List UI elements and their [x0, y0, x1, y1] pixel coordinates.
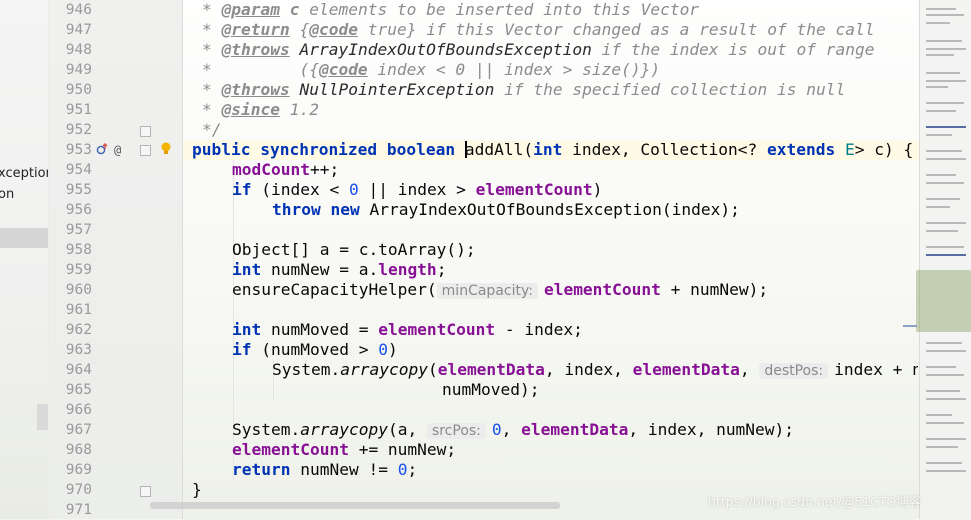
code-line-954: modCount++; — [232, 160, 340, 179]
project-tree-fragment[interactable]: xception — [0, 166, 48, 181]
line-number: 959 — [65, 262, 92, 278]
line-number: 955 — [65, 182, 92, 198]
code-line-955: if (index < 0 || index > elementCount) — [232, 180, 603, 199]
line-number: 962 — [65, 322, 92, 338]
code-line-951: * @since 1.2 — [202, 100, 319, 119]
project-panel-sliver: xception on — [0, 0, 49, 519]
code-line-968: elementCount += numNew; — [232, 440, 457, 459]
line-number: 952 — [65, 122, 92, 138]
horizontal-scrollbar[interactable] — [150, 502, 560, 509]
overrides-method-icon[interactable] — [96, 142, 108, 158]
line-number: 954 — [65, 162, 92, 178]
code-line-962: int numMoved = elementCount - index; — [232, 320, 583, 339]
watermark: https://blog.csdn.net/@51CTO博客 — [708, 494, 922, 509]
fold-marker[interactable] — [140, 126, 151, 137]
line-number: 970 — [65, 482, 92, 498]
code-line-947: * @return {@code true} if this Vector ch… — [202, 20, 875, 39]
code-line-948: * @throws ArrayIndexOutOfBoundsException… — [202, 40, 875, 59]
param-hint: srcPos: — [426, 423, 486, 439]
code-line-952: */ — [202, 120, 222, 139]
project-tree-selection — [0, 228, 48, 248]
line-number: 960 — [65, 282, 92, 298]
code-line-967: System.arraycopy(a, srcPos: 0, elementDat… — [232, 420, 795, 439]
project-panel-scroll[interactable] — [37, 404, 48, 430]
annotation-icon[interactable]: @ — [114, 144, 121, 156]
line-number: 965 — [65, 382, 92, 398]
code-line-964: System.arraycopy(elementData, index, ele… — [272, 360, 918, 379]
line-number: 946 — [65, 2, 92, 18]
code-line-950: * @throws NullPointerException if the sp… — [202, 80, 846, 99]
code-line-965: numMoved); — [442, 380, 540, 399]
code-line-963: if (numMoved > 0) — [232, 340, 398, 359]
code-line-970: } — [192, 480, 202, 499]
minimap-marker — [903, 325, 917, 327]
gutter-icons-953: @ — [96, 140, 121, 160]
line-number: 963 — [65, 342, 92, 358]
code-line-959: int numNew = a.length; — [232, 260, 447, 279]
line-number: 958 — [65, 242, 92, 258]
line-number: 953 — [65, 142, 92, 158]
line-number: 950 — [65, 82, 92, 98]
fold-marker[interactable] — [140, 486, 151, 497]
project-tree-fragment[interactable]: on — [0, 187, 14, 202]
fold-marker[interactable] — [140, 145, 151, 156]
code-line-969: return numNew != 0; — [232, 460, 418, 479]
line-number: 967 — [65, 422, 92, 438]
code-line-958: Object[] a = c.toArray(); — [232, 240, 476, 259]
intention-bulb-icon[interactable] — [160, 141, 172, 154]
code-line-960: ensureCapacityHelper(minCapacity: element… — [232, 280, 769, 299]
line-number: 956 — [65, 202, 92, 218]
param-hint: destPos: — [759, 363, 829, 379]
code-line-946: * @param c elements to be inserted into … — [202, 0, 700, 19]
line-number: 948 — [65, 42, 92, 58]
line-number: 969 — [65, 462, 92, 478]
line-number: 957 — [65, 222, 92, 238]
minimap-viewport-thumb[interactable] — [916, 270, 971, 332]
code-line-953: public synchronized boolean addAll(int i… — [192, 140, 914, 159]
line-number: 964 — [65, 362, 92, 378]
line-number: 966 — [65, 402, 92, 418]
line-number: 951 — [65, 102, 92, 118]
line-number: 968 — [65, 442, 92, 458]
line-number: 961 — [65, 302, 92, 318]
code-minimap[interactable] — [919, 0, 971, 519]
param-hint: minCapacity: — [436, 283, 538, 299]
line-number: 949 — [65, 62, 92, 78]
code-line-956: throw new ArrayIndexOutOfBoundsException… — [272, 200, 740, 219]
line-number: 947 — [65, 22, 92, 38]
code-line-949: * ({@code index < 0 || index > size()}) — [202, 60, 661, 79]
line-number: 971 — [65, 502, 92, 518]
